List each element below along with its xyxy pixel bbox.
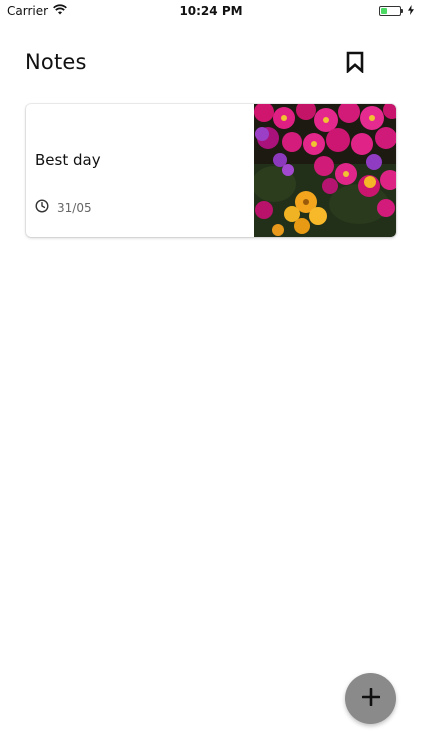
note-date-row: 31/05 <box>35 198 92 217</box>
add-note-button[interactable] <box>345 673 396 724</box>
bookmark-icon <box>345 51 365 77</box>
page-title: Notes <box>25 50 87 74</box>
note-card[interactable]: Best day 31/05 <box>26 104 396 237</box>
charging-bolt-icon <box>408 4 414 18</box>
plus-icon <box>361 687 380 710</box>
battery-level-fill <box>381 8 387 14</box>
battery-icon <box>379 6 403 16</box>
status-time: 10:24 PM <box>179 4 243 18</box>
bookmark-button[interactable] <box>340 50 370 78</box>
note-date: 31/05 <box>57 200 92 215</box>
clock-icon <box>35 198 49 217</box>
status-bar: Carrier 10:24 PM <box>0 0 422 22</box>
note-thumbnail-image <box>254 104 396 237</box>
status-right <box>379 4 414 18</box>
note-title: Best day <box>35 151 101 169</box>
